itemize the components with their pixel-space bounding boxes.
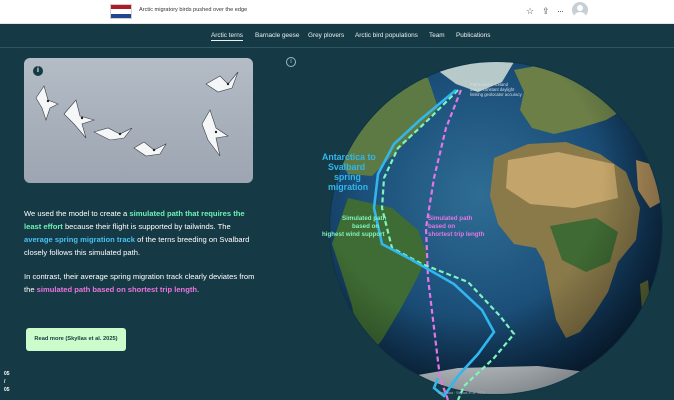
photo-info-icon[interactable]: i <box>33 66 43 76</box>
nav-grey-plovers[interactable]: Grey plovers <box>308 32 344 39</box>
story-page: Arctic terns Barnacle geese Grey plovers… <box>0 24 674 400</box>
story-text: We used the model to create a simulated … <box>24 207 260 307</box>
nav-publications[interactable]: Publications <box>456 32 490 39</box>
flag-stripe-blue <box>111 13 131 18</box>
browser-topbar: Arctic migratory birds pushed over the e… <box>0 0 674 24</box>
globe-map: Antarctica to Svalbard spring migration … <box>318 48 674 400</box>
pager-current: 05 <box>4 371 10 377</box>
nav-team[interactable]: Team <box>429 32 445 39</box>
tern-1 <box>35 85 59 121</box>
p1-text-a: We used the model to create a <box>24 209 130 218</box>
arctic-terns-photo: i <box>24 58 253 183</box>
netherlands-flag-icon <box>110 4 132 19</box>
tern-4 <box>133 141 167 157</box>
share-icon[interactable]: ⇪ <box>542 5 550 18</box>
highlight-shortest-trip: simulated path based on shortest trip le… <box>36 285 198 294</box>
read-more-button[interactable]: Read more (Skyllas et al. 2025) <box>26 328 126 351</box>
globe-svg: Antarctica to Svalbard spring migration … <box>322 61 663 400</box>
more-icon[interactable]: ··· <box>557 5 564 18</box>
story-paragraph-2: In contrast, their average spring migrat… <box>24 270 260 296</box>
star-icon[interactable]: ☆ <box>526 5 534 18</box>
page-title: Arctic migratory birds pushed over the e… <box>139 7 248 13</box>
map-info-icon[interactable]: i <box>286 57 296 67</box>
story-paragraph-1: We used the model to create a simulated … <box>24 207 260 259</box>
tern-6 <box>205 71 239 93</box>
slide-pager: 05 / 05 <box>4 370 10 394</box>
highlight-average-track: average spring migration track <box>24 235 135 244</box>
tern-2 <box>63 99 96 139</box>
tern-5 <box>201 109 229 157</box>
profile-avatar[interactable] <box>572 2 588 18</box>
map-credit: Map data · Skyllas et al. 2025 <box>438 391 485 395</box>
p1-text-c: because their flight is supported by tai… <box>62 222 231 231</box>
top-navigation: Arctic terns Barnacle geese Grey plovers… <box>0 24 674 48</box>
nav-arctic-bird-populations[interactable]: Arctic bird populations <box>355 32 418 39</box>
flying-terns-illustration <box>35 71 239 157</box>
pager-separator: / <box>4 379 6 385</box>
nav-barnacle-geese[interactable]: Barnacle geese <box>255 32 299 39</box>
tern-3 <box>93 127 133 141</box>
pager-total: 05 <box>4 387 10 393</box>
nav-arctic-terns[interactable]: Arctic terns <box>211 32 243 41</box>
p2-text-c: . <box>197 285 200 294</box>
